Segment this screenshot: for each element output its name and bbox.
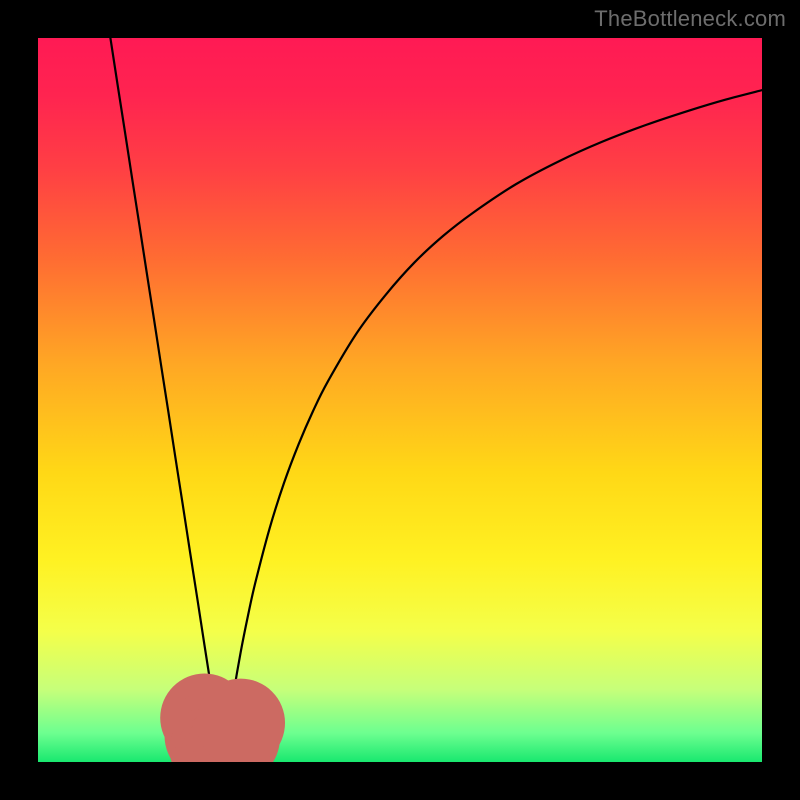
gradient-background	[38, 38, 762, 762]
notch-marker-cluster	[160, 674, 285, 762]
chart-frame: TheBottleneck.com	[0, 0, 800, 800]
watermark-text: TheBottleneck.com	[594, 6, 786, 32]
chart-plot	[38, 38, 762, 762]
